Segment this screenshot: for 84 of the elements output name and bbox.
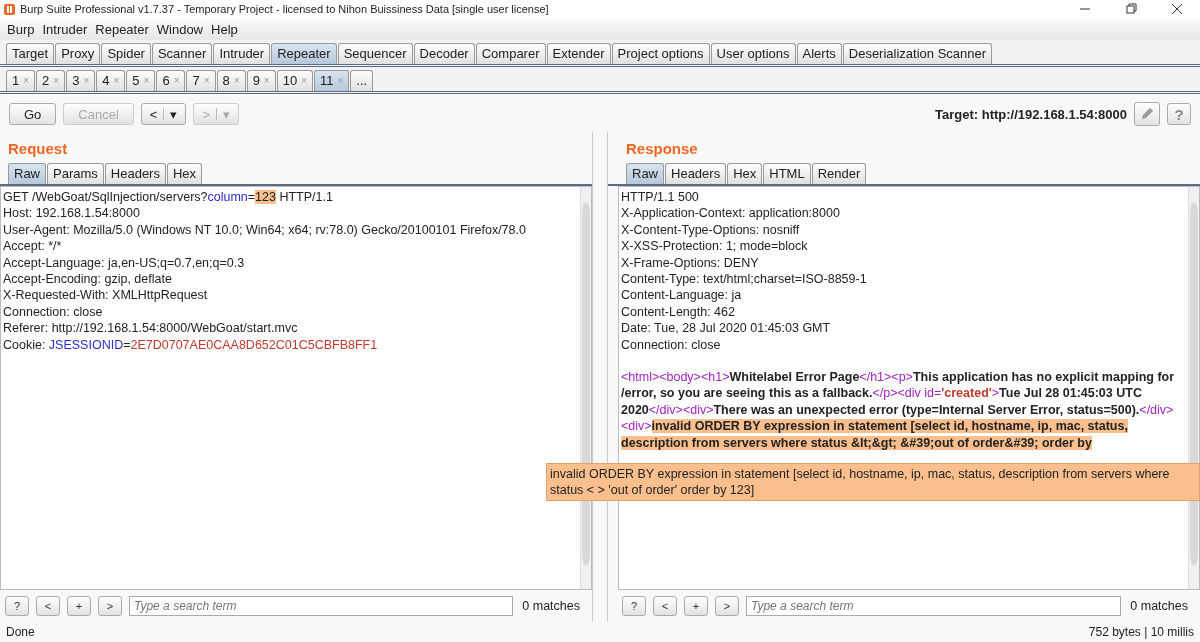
- code-line: Cookie: JSESSIONID=2E7D0707AE0CAA8D652C01C5CBFB8FF1: [3, 336, 379, 354]
- menu-item[interactable]: Repeater: [94, 21, 150, 37]
- request-number-tab[interactable]: 2 ×: [36, 70, 66, 91]
- request-number-tab[interactable]: 4 ×: [96, 70, 126, 91]
- tool-tab[interactable]: Extender: [546, 43, 611, 64]
- response-stats: 752 bytes | 10 millis: [1088, 625, 1194, 639]
- code-line: GET /WebGoat/SqlInjection/servers?column=123 HTTP/1.1: [3, 189, 334, 206]
- editor-tab[interactable]: Headers: [104, 163, 166, 184]
- code-line: X-Requested-With: XMLHttpRequest: [3, 287, 209, 304]
- tool-tab[interactable]: Deserialization Scanner: [842, 43, 993, 64]
- next-button[interactable]: >: [715, 596, 739, 616]
- code-line: X-XSS-Protection: 1; mode=block: [621, 238, 809, 255]
- code-line: Content-Language: ja: [621, 287, 743, 304]
- code-line: Accept-Language: ja,en-US;q=0.7,en;q=0.3: [3, 254, 246, 272]
- tool-tab[interactable]: Alerts: [796, 43, 842, 64]
- editor-tab[interactable]: HTML: [763, 163, 811, 184]
- tool-tab[interactable]: Target: [6, 43, 55, 64]
- code-line: Accept-Encoding: gzip, deflate: [3, 271, 173, 288]
- menu-item[interactable]: Window: [155, 21, 204, 37]
- match-count: 0 matches: [521, 599, 581, 613]
- search-field[interactable]: Type a search term: [746, 596, 1122, 616]
- code-line: X-Content-Type-Options: nosniff: [621, 221, 801, 239]
- tool-tab[interactable]: User options: [710, 43, 796, 64]
- tool-tab[interactable]: Intruder: [213, 43, 271, 64]
- menu-item[interactable]: Help: [210, 21, 239, 37]
- back-button[interactable]: < ▾: [140, 103, 187, 125]
- request-number-tab[interactable]: 9 ×: [246, 70, 276, 91]
- request-number-tab[interactable]: 7 ×: [186, 70, 216, 91]
- add-button[interactable]: +: [684, 596, 708, 616]
- editor-tab[interactable]: Params: [47, 163, 104, 184]
- tool-tab[interactable]: Decoder: [413, 43, 475, 64]
- new-tab-button[interactable]: ...: [350, 70, 374, 91]
- editor-tab[interactable]: Headers: [665, 163, 727, 184]
- next-button[interactable]: >: [98, 596, 122, 616]
- editor-tab[interactable]: Render: [811, 163, 867, 184]
- previous-button[interactable]: <: [653, 596, 677, 616]
- code-line: Connection: close: [3, 303, 104, 321]
- code-line: User-Agent: Mozilla/5.0 (Windows NT 10.0; Win64; x64; rv:78.0) Gecko/20100101 Firefox/78.0: [3, 221, 527, 239]
- code-line: Content-Type: text/html;charset=ISO-8859-1: [621, 271, 868, 288]
- code-line: Content-Length: 462: [621, 303, 736, 321]
- tooltip: invalid ORDER BY expression in statement [select id, hostname, ip, mac, status, description from servers where status < > 'out of order' order by 123]: [546, 463, 1200, 501]
- tool-tab[interactable]: Scanner: [151, 43, 213, 64]
- menu-item[interactable]: Burp: [6, 21, 36, 37]
- status-text: Done: [6, 625, 35, 639]
- request-number-tab[interactable]: 3 ×: [66, 70, 96, 91]
- pencil-icon[interactable]: [1134, 102, 1160, 126]
- tool-tab[interactable]: Spider: [101, 43, 151, 64]
- request-number-tab[interactable]: 10 ×: [276, 70, 313, 91]
- code-line: Date: Tue, 28 Jul 2020 01:45:03 GMT: [621, 320, 832, 337]
- previous-button[interactable]: <: [36, 596, 60, 616]
- code-line: Referer: http://192.168.1.54:8000/WebGoat/start.mvc: [3, 320, 299, 337]
- editor-tab[interactable]: Hex: [727, 163, 763, 184]
- code-line: X-Application-Context: application:8000: [621, 205, 841, 222]
- pane-title: Response: [625, 139, 699, 159]
- editor-tab[interactable]: Raw: [626, 163, 664, 184]
- code-line: X-Frame-Options: DENY: [621, 254, 760, 272]
- request-number-tab[interactable]: 8 ×: [216, 70, 246, 91]
- target-label: Target: http://192.168.1.54:8000: [935, 106, 1127, 122]
- code-line: Accept: */*: [3, 238, 63, 255]
- window-title: Burp Suite Professional v1.7.37 - Temporary Project - licensed to Nihon Buissiness Data [single user license]: [20, 3, 550, 15]
- help-button[interactable]: ?: [622, 596, 646, 616]
- editor-tab[interactable]: Hex: [166, 163, 203, 184]
- code-line: HTTP/1.1 500: [621, 189, 700, 206]
- go-button[interactable]: Go: [9, 103, 57, 125]
- tool-tab[interactable]: Project options: [611, 43, 710, 64]
- request-number-tab[interactable]: 5 ×: [126, 70, 156, 91]
- request-number-tab[interactable]: 11 ×: [314, 70, 350, 91]
- code-line: Host: 192.168.1.54:8000: [3, 205, 141, 222]
- request-number-tab[interactable]: 6 ×: [156, 70, 186, 91]
- add-button[interactable]: +: [67, 596, 91, 616]
- tool-tab[interactable]: Comparer: [475, 43, 546, 64]
- menu-item[interactable]: Intruder: [41, 21, 89, 37]
- help-button[interactable]: ?: [5, 596, 29, 616]
- response-body: <html><body><h1>Whitelabel Error Page</h1><p>This application has no explicit mapping for /error, so you are seeing this as a fallback.</p><div id='created'>Tue Jul 28 01:45:03 UTC 2020</div><div>There was an unexpected error (type=Internal Server Error, status=500).</div> <div>invalid ORDER BY expression in statement [select id, hostname, ip, mac, status, description from servers where status &lt;&gt; &#39;out of order&#39; order by: [621, 369, 1176, 452]
- match-count: 0 matches: [1129, 599, 1189, 613]
- tool-tab[interactable]: Sequencer: [337, 43, 413, 64]
- code-line: Connection: close: [621, 336, 722, 354]
- tool-tab[interactable]: Repeater: [271, 43, 337, 64]
- request-number-tab[interactable]: 1 ×: [6, 70, 36, 91]
- app-logo-icon: [4, 3, 15, 15]
- search-field[interactable]: Type a search term: [129, 596, 514, 616]
- tool-tab[interactable]: Proxy: [55, 43, 101, 64]
- editor-tab[interactable]: Raw: [8, 163, 46, 184]
- pane-title: Request: [7, 139, 69, 159]
